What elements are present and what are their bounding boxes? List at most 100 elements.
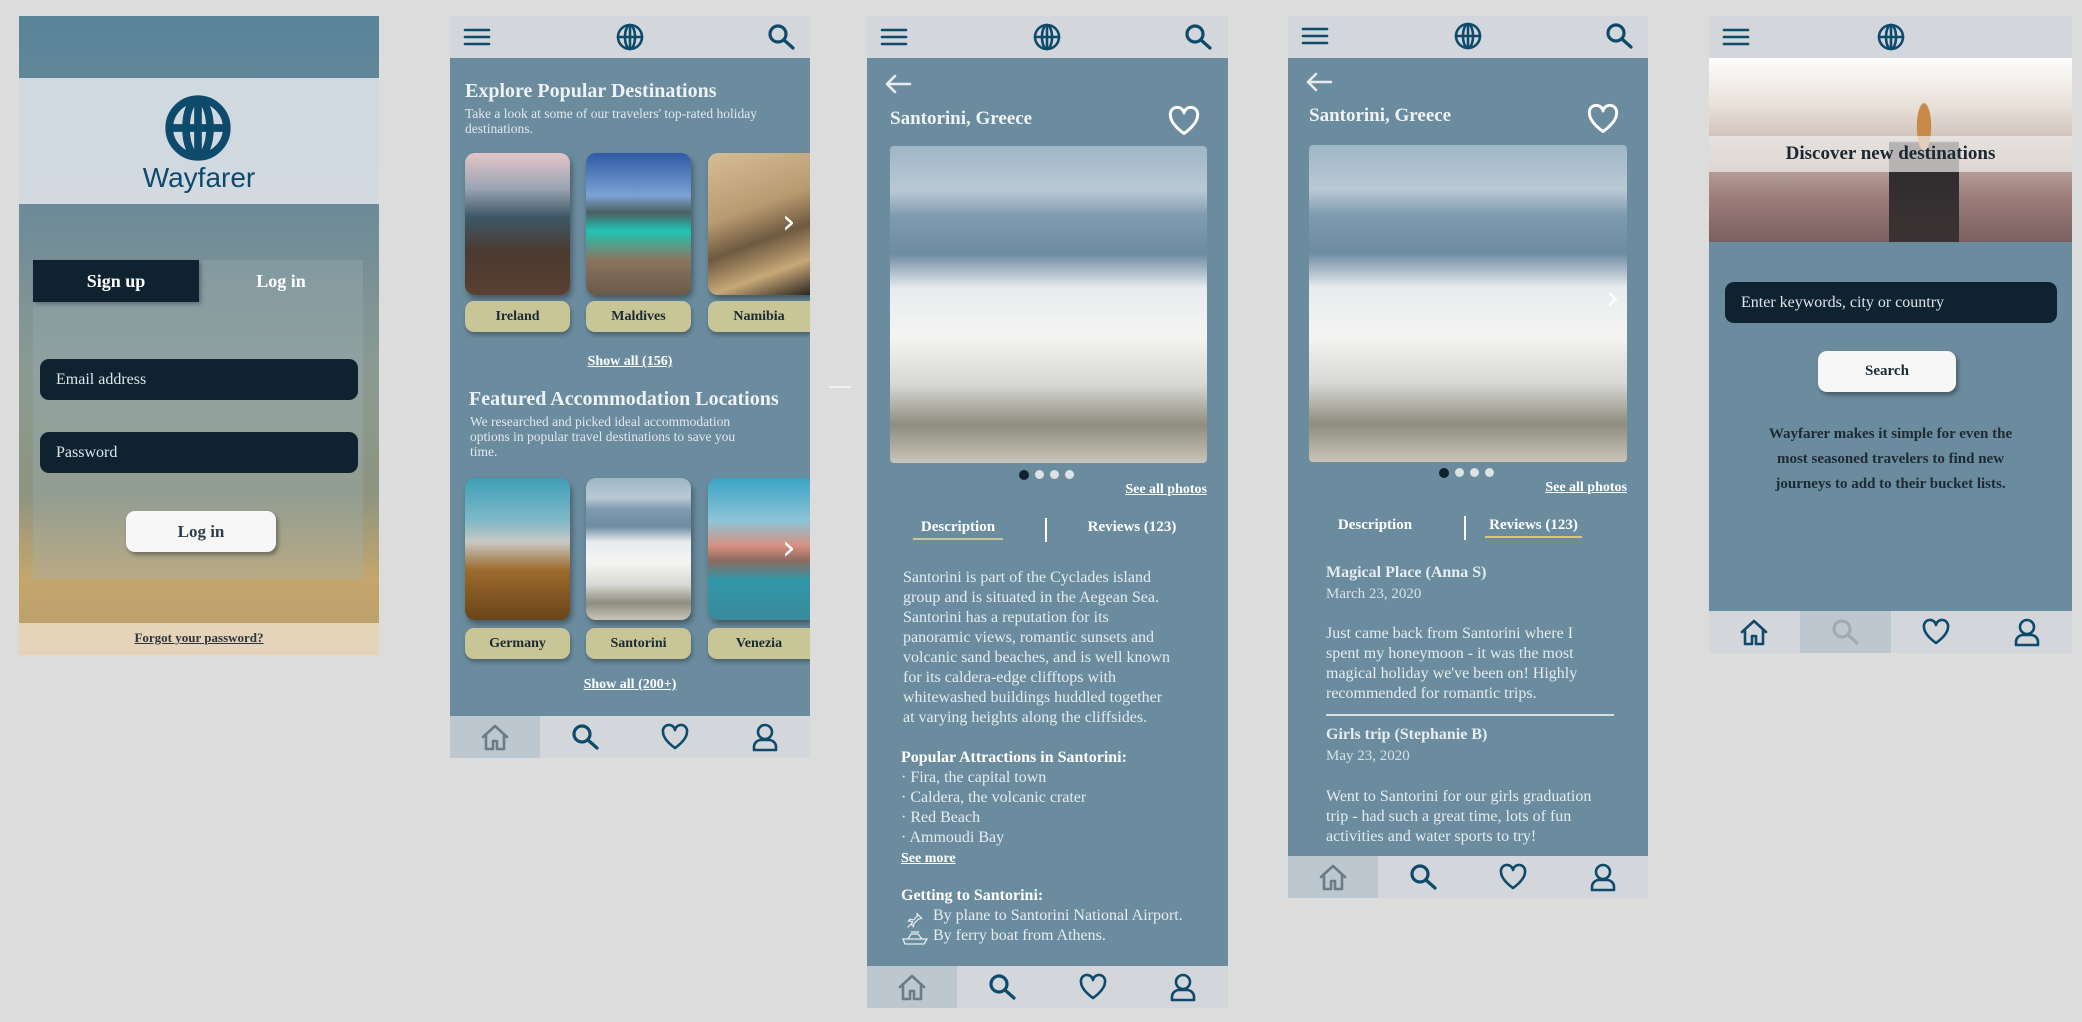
see-all-photos-link[interactable]: See all photos [1545, 480, 1627, 496]
blurb-line: Wayfarer makes it simple for even the [1768, 426, 2013, 442]
destination-photo-ireland[interactable] [465, 153, 570, 295]
nav-favorites[interactable] [1048, 966, 1138, 1008]
photo-pagination[interactable] [1019, 470, 1074, 480]
nav-home[interactable] [867, 966, 958, 1008]
tab-description[interactable]: Description [1330, 517, 1420, 534]
tab-sign-up[interactable]: Sign up [33, 260, 199, 302]
globe-icon[interactable] [1876, 22, 1906, 52]
getting-item-plane: By plane to Santorini National Airport. [933, 907, 1183, 924]
nav-favorites[interactable] [1891, 611, 1982, 653]
featured-subtitle-line: time. [470, 444, 498, 459]
getting-heading: Getting to Santorini: [901, 887, 1044, 904]
destination-label[interactable]: Namibia [708, 301, 810, 332]
pagination-dot[interactable] [1485, 468, 1494, 477]
nav-profile[interactable] [720, 716, 810, 758]
description-line: panoramic views, romantic sunsets and [903, 629, 1155, 646]
menu-icon[interactable] [1300, 21, 1330, 51]
nav-favorites[interactable] [630, 716, 720, 758]
pagination-dot[interactable] [1455, 468, 1464, 477]
nav-home[interactable] [1288, 856, 1378, 898]
search-icon [1408, 862, 1438, 892]
review-body-line: trip - had such a great time, lots of fu… [1326, 808, 1572, 825]
nav-profile[interactable] [1138, 966, 1228, 1008]
pagination-dot[interactable] [1035, 470, 1044, 479]
review-body-line: Went to Santorini for our girls graduati… [1326, 788, 1592, 805]
carousel-next-icon[interactable]: › [782, 202, 796, 242]
accommodation-photo-santorini[interactable] [586, 478, 691, 620]
log-in-button[interactable]: Log in [126, 511, 276, 552]
destination-title: Santorini, Greece [890, 108, 1033, 129]
home-screen: Explore Popular Destinations Take a look… [450, 16, 810, 758]
menu-icon[interactable] [1721, 22, 1751, 52]
destination-photo-maldives[interactable] [586, 153, 691, 295]
nav-profile[interactable] [1558, 856, 1648, 898]
pagination-dot[interactable] [1065, 470, 1074, 479]
search-icon[interactable] [766, 22, 796, 52]
search-icon[interactable] [1604, 21, 1634, 51]
blurb-line: most seasoned travelers to find new [1776, 451, 2005, 467]
tab-log-in[interactable]: Log in [199, 260, 363, 302]
see-more-link[interactable]: See more [901, 851, 956, 867]
nav-search[interactable] [1378, 856, 1468, 898]
pagination-dot-active[interactable] [1019, 470, 1029, 480]
explore-subtitle-line: destinations. [465, 121, 533, 136]
detail-description-screen: Santorini, Greece See all photos Descrip… [867, 16, 1228, 1008]
menu-icon[interactable] [462, 22, 492, 52]
search-icon[interactable] [1183, 22, 1213, 52]
pagination-dot[interactable] [1470, 468, 1479, 477]
destination-photo [890, 146, 1207, 463]
nav-favorites[interactable] [1468, 856, 1558, 898]
tab-reviews[interactable]: Reviews (123) [1485, 517, 1582, 538]
header [867, 16, 1228, 58]
globe-icon[interactable] [615, 22, 645, 52]
user-icon [750, 722, 780, 752]
carousel-next-icon[interactable]: › [782, 528, 796, 568]
heart-icon [1078, 972, 1108, 1002]
nav-search[interactable] [540, 716, 630, 758]
accommodation-label[interactable]: Venezia [708, 628, 810, 659]
forgot-password-link[interactable]: Forgot your password? [19, 630, 379, 646]
nav-search[interactable] [1799, 611, 1891, 653]
accommodation-label[interactable]: Germany [465, 628, 570, 659]
search-input[interactable]: Enter keywords, city or country [1725, 282, 2057, 323]
destination-label[interactable]: Maldives [586, 301, 691, 332]
divider-dash [829, 386, 851, 388]
accommodation-label[interactable]: Santorini [586, 628, 691, 659]
back-arrow-icon[interactable] [883, 69, 913, 99]
accommodation-photo-germany[interactable] [465, 478, 570, 620]
tab-description[interactable]: Description [913, 519, 1003, 540]
search-button[interactable]: Search [1818, 351, 1956, 392]
brand-name: Wayfarer [142, 162, 256, 193]
description-line: Santorini is part of the Cyclades island [903, 569, 1151, 586]
featured-subtitle-line: We researched and picked ideal accommoda… [470, 414, 731, 429]
review-date: March 23, 2020 [1326, 586, 1422, 602]
destination-title: Santorini, Greece [1309, 105, 1452, 126]
heart-icon[interactable] [1586, 102, 1620, 136]
see-all-photos-link[interactable]: See all photos [1125, 482, 1207, 498]
tab-reviews[interactable]: Reviews (123) [1067, 519, 1197, 536]
menu-icon[interactable] [879, 22, 909, 52]
show-all-accommodations-link[interactable]: Show all (200+) [450, 677, 810, 693]
photo-next-icon[interactable]: › [1606, 278, 1620, 318]
nav-home[interactable] [450, 716, 540, 758]
pagination-dot-active[interactable] [1439, 468, 1449, 478]
nav-profile[interactable] [1981, 611, 2072, 653]
login-screen: Wayfarer Sign up Log in Email address Pa… [19, 16, 379, 655]
review-title: Girls trip (Stephanie B) [1326, 726, 1488, 743]
globe-icon[interactable] [1453, 21, 1483, 51]
featured-subtitle-line: options in popular travel destinations t… [470, 429, 736, 444]
heart-icon[interactable] [1167, 104, 1201, 138]
photo-pagination[interactable] [1439, 468, 1494, 478]
pagination-dot[interactable] [1050, 470, 1059, 479]
show-all-destinations-link[interactable]: Show all (156) [450, 354, 810, 370]
destination-label[interactable]: Ireland [465, 301, 570, 332]
attraction-item: · Caldera, the volcanic crater [901, 789, 1087, 806]
back-arrow-icon[interactable] [1304, 67, 1334, 97]
email-field[interactable]: Email address [40, 359, 358, 400]
nav-search[interactable] [957, 966, 1047, 1008]
nav-home[interactable] [1709, 611, 1800, 653]
heart-icon [1921, 617, 1951, 647]
password-field[interactable]: Password [40, 432, 358, 473]
globe-icon[interactable] [1032, 22, 1062, 52]
search-screen: Discover new destinations Enter keywords… [1709, 16, 2072, 653]
